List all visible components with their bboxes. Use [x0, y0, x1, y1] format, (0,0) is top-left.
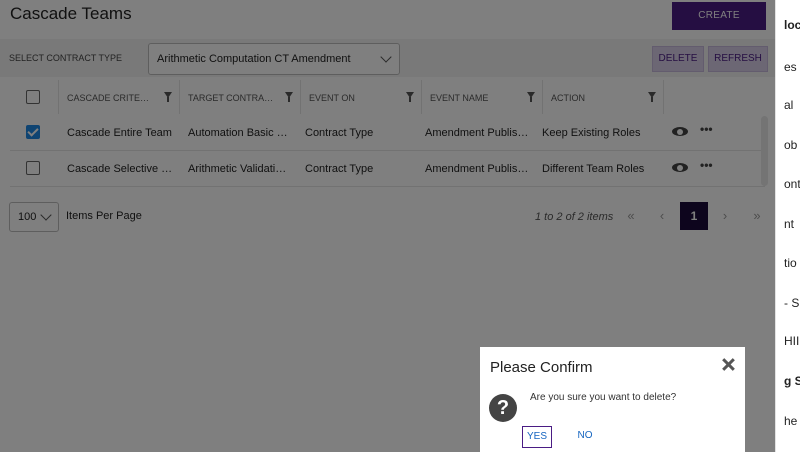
- yes-button[interactable]: YES: [522, 426, 552, 448]
- right-side-panel: loc es al ob ont nt tio - S HII g S he: [775, 0, 800, 452]
- no-button[interactable]: NO: [572, 426, 598, 446]
- question-circle-icon: ?: [489, 394, 517, 422]
- dialog-message: Are you sure you want to delete?: [530, 392, 677, 403]
- right-panel-item[interactable]: he: [784, 414, 797, 428]
- right-panel-item[interactable]: es: [784, 60, 797, 74]
- right-panel-item[interactable]: tio: [784, 256, 797, 270]
- dialog-title: Please Confirm: [490, 359, 593, 376]
- right-panel-item[interactable]: nt: [784, 217, 794, 231]
- confirm-dialog: Please Confirm ? Are you sure you want t…: [480, 347, 745, 457]
- right-panel-item[interactable]: loc: [784, 18, 800, 32]
- right-panel-item[interactable]: ont: [784, 177, 800, 191]
- right-panel-item[interactable]: al: [784, 98, 793, 112]
- right-panel-item[interactable]: g S: [784, 374, 800, 388]
- close-icon[interactable]: [718, 355, 738, 375]
- right-panel-item[interactable]: - S: [784, 296, 799, 310]
- right-panel-item[interactable]: HII: [784, 334, 799, 348]
- right-panel-item[interactable]: ob: [784, 138, 797, 152]
